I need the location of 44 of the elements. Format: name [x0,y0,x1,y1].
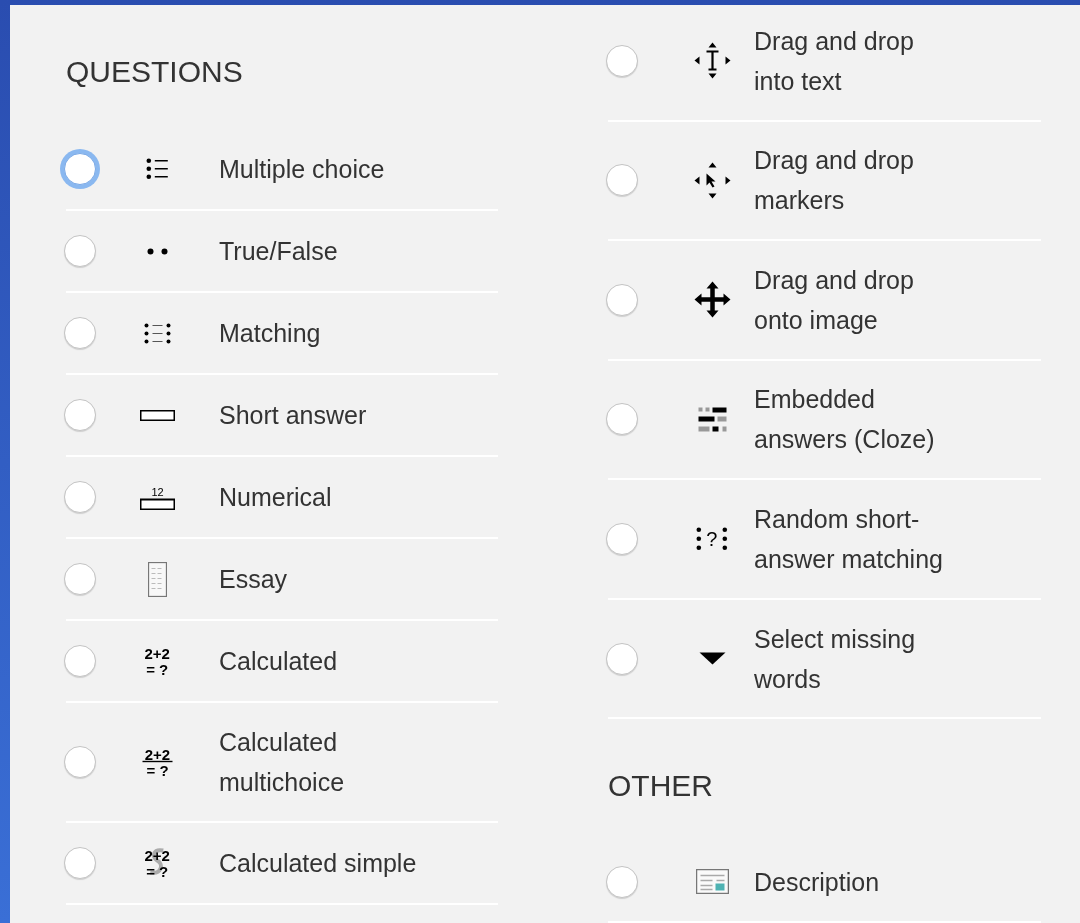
option-label[interactable]: Multiple choice [219,149,429,189]
section-heading: QUESTIONS [66,55,243,89]
radio-button[interactable] [606,44,638,77]
dotted-list-icon [143,322,171,344]
move-text-icon [693,42,731,80]
option-label[interactable]: True/False [219,231,429,271]
document-icon [147,561,167,597]
move-icon [693,161,731,199]
radio-button[interactable] [64,645,96,677]
option-label[interactable]: Calculated [219,641,429,681]
blocks-icon [697,406,727,432]
radio-button[interactable] [64,481,96,513]
option-label[interactable]: Matching [219,313,429,353]
option-label[interactable]: Calculated simple [219,843,429,883]
option-label[interactable]: Embedded answers (Cloze) [754,379,949,460]
radio-button[interactable] [64,399,96,431]
radio-button[interactable] [606,283,638,316]
option-label[interactable]: Drag and drop onto image [754,259,949,340]
option-label[interactable]: Essay [219,559,429,599]
card-icon [695,869,729,895]
list-icon [145,158,169,180]
option-label[interactable]: Calculated multichoice [219,722,429,802]
radio-button[interactable] [606,403,638,436]
caret-icon [698,652,726,666]
radio-button[interactable] [64,317,96,349]
radio-button[interactable] [606,865,638,898]
option-label[interactable]: Numerical [219,477,429,517]
move-icon [693,281,731,319]
option-label[interactable]: Drag and drop into text [754,20,949,101]
option-label[interactable]: Random short-answer matching [754,499,949,580]
section-heading: OTHER [608,769,713,804]
option-label[interactable]: Description [754,861,949,902]
radio-button[interactable] [64,847,96,879]
option-label[interactable]: Drag and drop markers [754,140,949,221]
radio-button[interactable] [64,563,96,595]
radio-button[interactable] [606,642,638,675]
equation-icon: 2+2 = ? [143,644,171,678]
radio-button[interactable] [606,164,638,197]
radio-button[interactable] [64,746,96,778]
option-label[interactable]: Select missing words [754,618,949,699]
radio-button[interactable] [606,523,638,556]
radio-button[interactable] [64,235,96,267]
option-label[interactable]: Short answer [219,395,429,435]
dots-icon [146,247,168,255]
